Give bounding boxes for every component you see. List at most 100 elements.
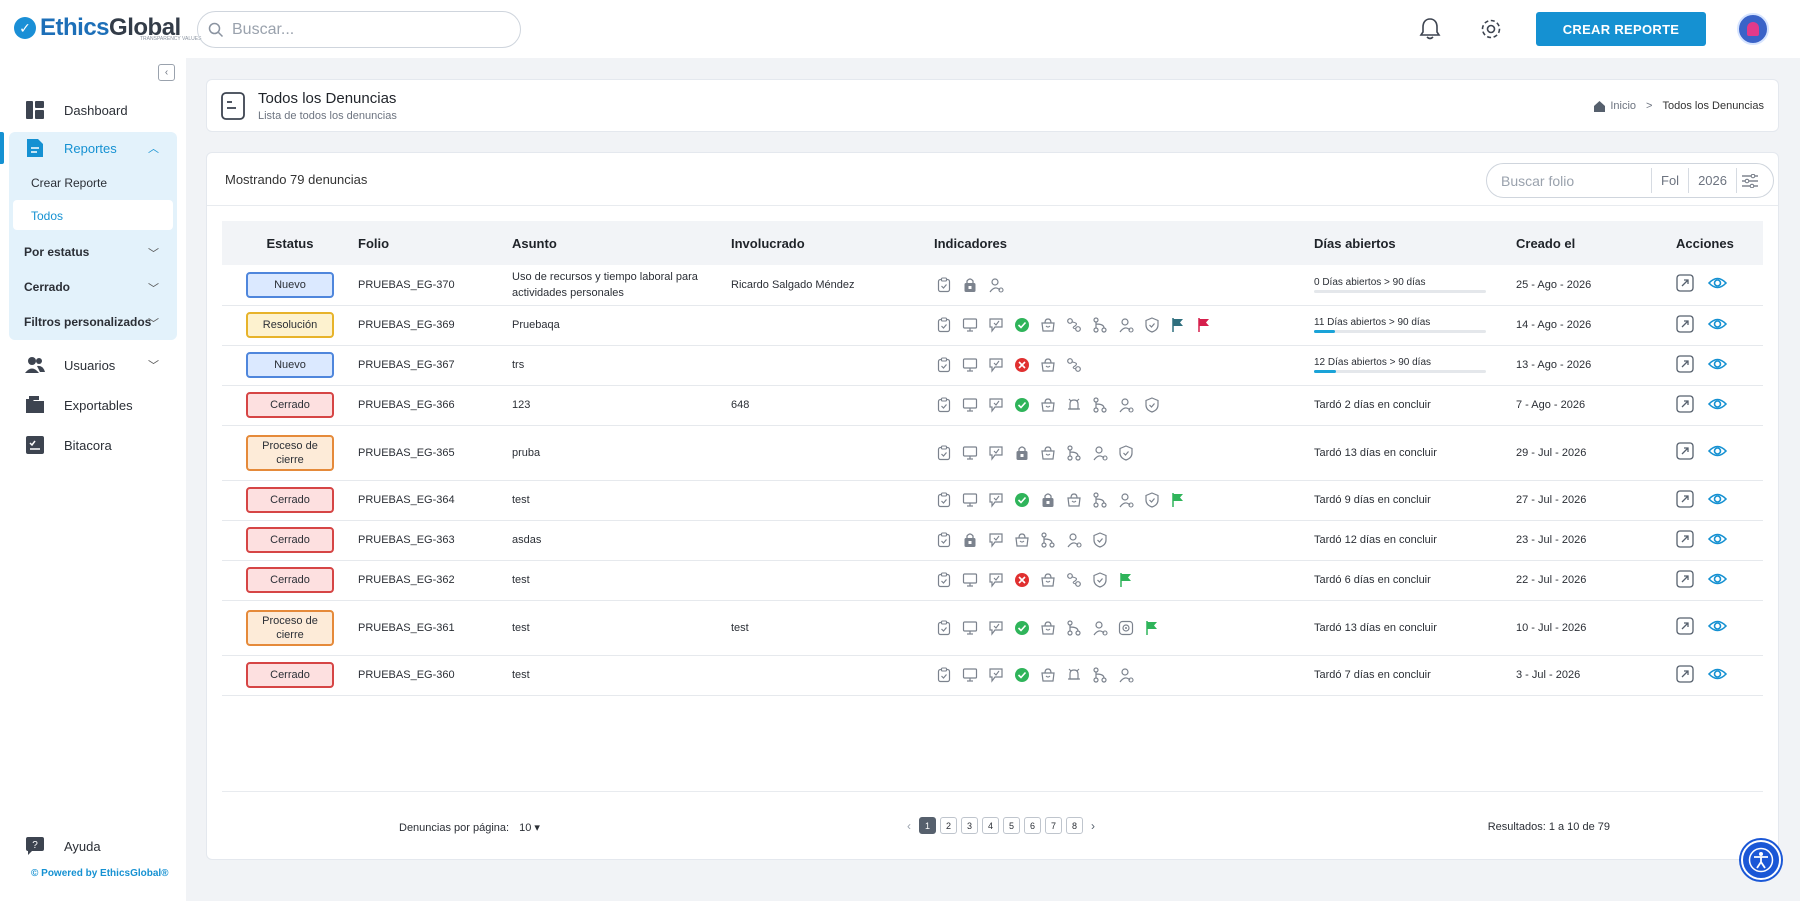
sidebar-filter-personalizados[interactable]: Filtros personalizados ﹀ bbox=[24, 315, 164, 330]
x-circle-icon[interactable] bbox=[1012, 356, 1031, 375]
x-circle-icon[interactable] bbox=[1012, 571, 1031, 590]
table-row[interactable]: Cerrado PRUEBAS_EG-363 asdas Tardó 12 días … bbox=[222, 520, 1763, 561]
table-row[interactable]: Proceso de cierre PRUEBAS_EG-365 pruba Tard… bbox=[222, 425, 1763, 481]
pagination-page[interactable]: 5 bbox=[1003, 817, 1020, 834]
sidebar-item-exportables[interactable]: Exportables bbox=[0, 389, 186, 421]
bag-icon[interactable] bbox=[1012, 531, 1031, 550]
chat-check-icon[interactable] bbox=[986, 571, 1005, 590]
lock-icon[interactable] bbox=[1038, 491, 1057, 510]
check-circle-icon[interactable] bbox=[1012, 618, 1031, 637]
branch-icon[interactable] bbox=[1090, 316, 1109, 335]
bag-icon[interactable] bbox=[1038, 666, 1057, 685]
lock-icon[interactable] bbox=[1012, 443, 1031, 462]
shield-check-icon[interactable] bbox=[1116, 443, 1135, 462]
branch-icon[interactable] bbox=[1038, 531, 1057, 550]
shield-check-icon[interactable] bbox=[1090, 571, 1109, 590]
view-eye-icon[interactable] bbox=[1707, 531, 1728, 550]
folio-search-input[interactable] bbox=[1501, 172, 1651, 189]
branch-icon[interactable] bbox=[1064, 618, 1083, 637]
view-eye-icon[interactable] bbox=[1707, 666, 1728, 685]
filter-sliders-icon[interactable] bbox=[1737, 173, 1763, 188]
pagination-page[interactable]: 2 bbox=[940, 817, 957, 834]
monitor-icon[interactable] bbox=[960, 356, 979, 375]
breadcrumb-home[interactable]: Inicio bbox=[1594, 100, 1636, 112]
column-header[interactable]: Folio bbox=[358, 221, 512, 265]
branch-icon[interactable] bbox=[1090, 666, 1109, 685]
route-icon[interactable] bbox=[1064, 571, 1083, 590]
bag-icon[interactable] bbox=[1038, 443, 1057, 462]
monitor-icon[interactable] bbox=[960, 316, 979, 335]
table-row[interactable]: Cerrado PRUEBAS_EG-366 123 648 Tardó 2 días … bbox=[222, 385, 1763, 426]
shield-check-icon[interactable] bbox=[1142, 316, 1161, 335]
person-search-icon[interactable] bbox=[1064, 531, 1083, 550]
person-search-icon[interactable] bbox=[1116, 666, 1135, 685]
table-row[interactable]: Cerrado PRUEBAS_EG-360 test Tardó 7 días en… bbox=[222, 655, 1763, 696]
table-row[interactable]: Nuevo PRUEBAS_EG-367 trs 12 Días abiertos >… bbox=[222, 345, 1763, 386]
settings-box-icon[interactable] bbox=[1116, 618, 1135, 637]
clipboard-check-icon[interactable] bbox=[934, 275, 953, 294]
view-eye-icon[interactable] bbox=[1707, 618, 1728, 637]
open-external-icon[interactable] bbox=[1676, 664, 1694, 686]
flag-green-icon[interactable] bbox=[1116, 571, 1135, 590]
open-external-icon[interactable] bbox=[1676, 529, 1694, 551]
person-search-icon[interactable] bbox=[986, 275, 1005, 294]
table-row[interactable]: Nuevo PRUEBAS_EG-370 Uso de recursos y tie… bbox=[222, 265, 1763, 306]
per-page-select[interactable]: 10 ▾ bbox=[519, 821, 540, 834]
accessibility-button[interactable] bbox=[1741, 840, 1781, 880]
shield-check-icon[interactable] bbox=[1142, 491, 1161, 510]
open-external-icon[interactable] bbox=[1676, 314, 1694, 336]
clipboard-check-icon[interactable] bbox=[934, 666, 953, 685]
column-header[interactable]: Creado el bbox=[1516, 221, 1676, 265]
sidebar-subitem-crear-reporte[interactable]: Crear Reporte bbox=[31, 176, 107, 190]
sidebar-filter-cerrado[interactable]: Cerrado ﹀ bbox=[24, 280, 164, 295]
pagination-page[interactable]: 6 bbox=[1024, 817, 1041, 834]
person-search-icon[interactable] bbox=[1090, 443, 1109, 462]
clipboard-check-icon[interactable] bbox=[934, 316, 953, 335]
open-external-icon[interactable] bbox=[1676, 617, 1694, 638]
table-row[interactable]: Proceso de cierre PRUEBAS_EG-361 test test T… bbox=[222, 600, 1763, 656]
monitor-icon[interactable] bbox=[960, 666, 979, 685]
sidebar-filter-por-estatus[interactable]: Por estatus ﹀ bbox=[24, 245, 164, 260]
pagination-page[interactable]: 7 bbox=[1045, 817, 1062, 834]
pagination-page[interactable]: 4 bbox=[982, 817, 999, 834]
flag-green-icon[interactable] bbox=[1168, 491, 1187, 510]
alarm-icon[interactable] bbox=[1064, 396, 1083, 415]
person-search-icon[interactable] bbox=[1090, 618, 1109, 637]
branch-icon[interactable] bbox=[1090, 396, 1109, 415]
chat-check-icon[interactable] bbox=[986, 666, 1005, 685]
global-search[interactable] bbox=[197, 11, 521, 48]
clipboard-check-icon[interactable] bbox=[934, 356, 953, 375]
bag-icon[interactable] bbox=[1038, 618, 1057, 637]
branch-icon[interactable] bbox=[1064, 443, 1083, 462]
chat-check-icon[interactable] bbox=[986, 316, 1005, 335]
chat-check-icon[interactable] bbox=[986, 531, 1005, 550]
monitor-icon[interactable] bbox=[960, 443, 979, 462]
flag-red-icon[interactable] bbox=[1194, 316, 1213, 335]
clipboard-check-icon[interactable] bbox=[934, 618, 953, 637]
bag-icon[interactable] bbox=[1038, 316, 1057, 335]
check-circle-icon[interactable] bbox=[1012, 491, 1031, 510]
chat-check-icon[interactable] bbox=[986, 356, 1005, 375]
route-icon[interactable] bbox=[1064, 316, 1083, 335]
logo[interactable]: ✓ EthicsGlobal TRANSPARENCY VALUES bbox=[14, 14, 201, 42]
open-external-icon[interactable] bbox=[1676, 489, 1694, 511]
monitor-icon[interactable] bbox=[960, 571, 979, 590]
clipboard-check-icon[interactable] bbox=[934, 443, 953, 462]
sidebar-item-reportes[interactable]: Reportes ︿ bbox=[0, 132, 186, 164]
clipboard-check-icon[interactable] bbox=[934, 491, 953, 510]
bag-icon[interactable] bbox=[1038, 396, 1057, 415]
global-search-input[interactable] bbox=[232, 20, 492, 39]
bag-icon[interactable] bbox=[1038, 571, 1057, 590]
folio-filter-select[interactable]: Fol bbox=[1652, 173, 1688, 188]
sidebar-item-ayuda[interactable]: ? Ayuda bbox=[0, 830, 186, 862]
view-eye-icon[interactable] bbox=[1707, 356, 1728, 375]
flag-green-icon[interactable] bbox=[1142, 618, 1161, 637]
pagination-page[interactable]: 1 bbox=[919, 817, 936, 834]
chat-check-icon[interactable] bbox=[986, 618, 1005, 637]
sidebar-item-usuarios[interactable]: Usuarios ﹀ bbox=[0, 349, 186, 381]
column-header[interactable]: Estatus bbox=[222, 221, 358, 265]
view-eye-icon[interactable] bbox=[1707, 396, 1728, 415]
person-search-icon[interactable] bbox=[1116, 316, 1135, 335]
table-row[interactable]: Cerrado PRUEBAS_EG-362 test Tardó 6 días en… bbox=[222, 560, 1763, 601]
column-header[interactable]: Asunto bbox=[512, 221, 731, 265]
